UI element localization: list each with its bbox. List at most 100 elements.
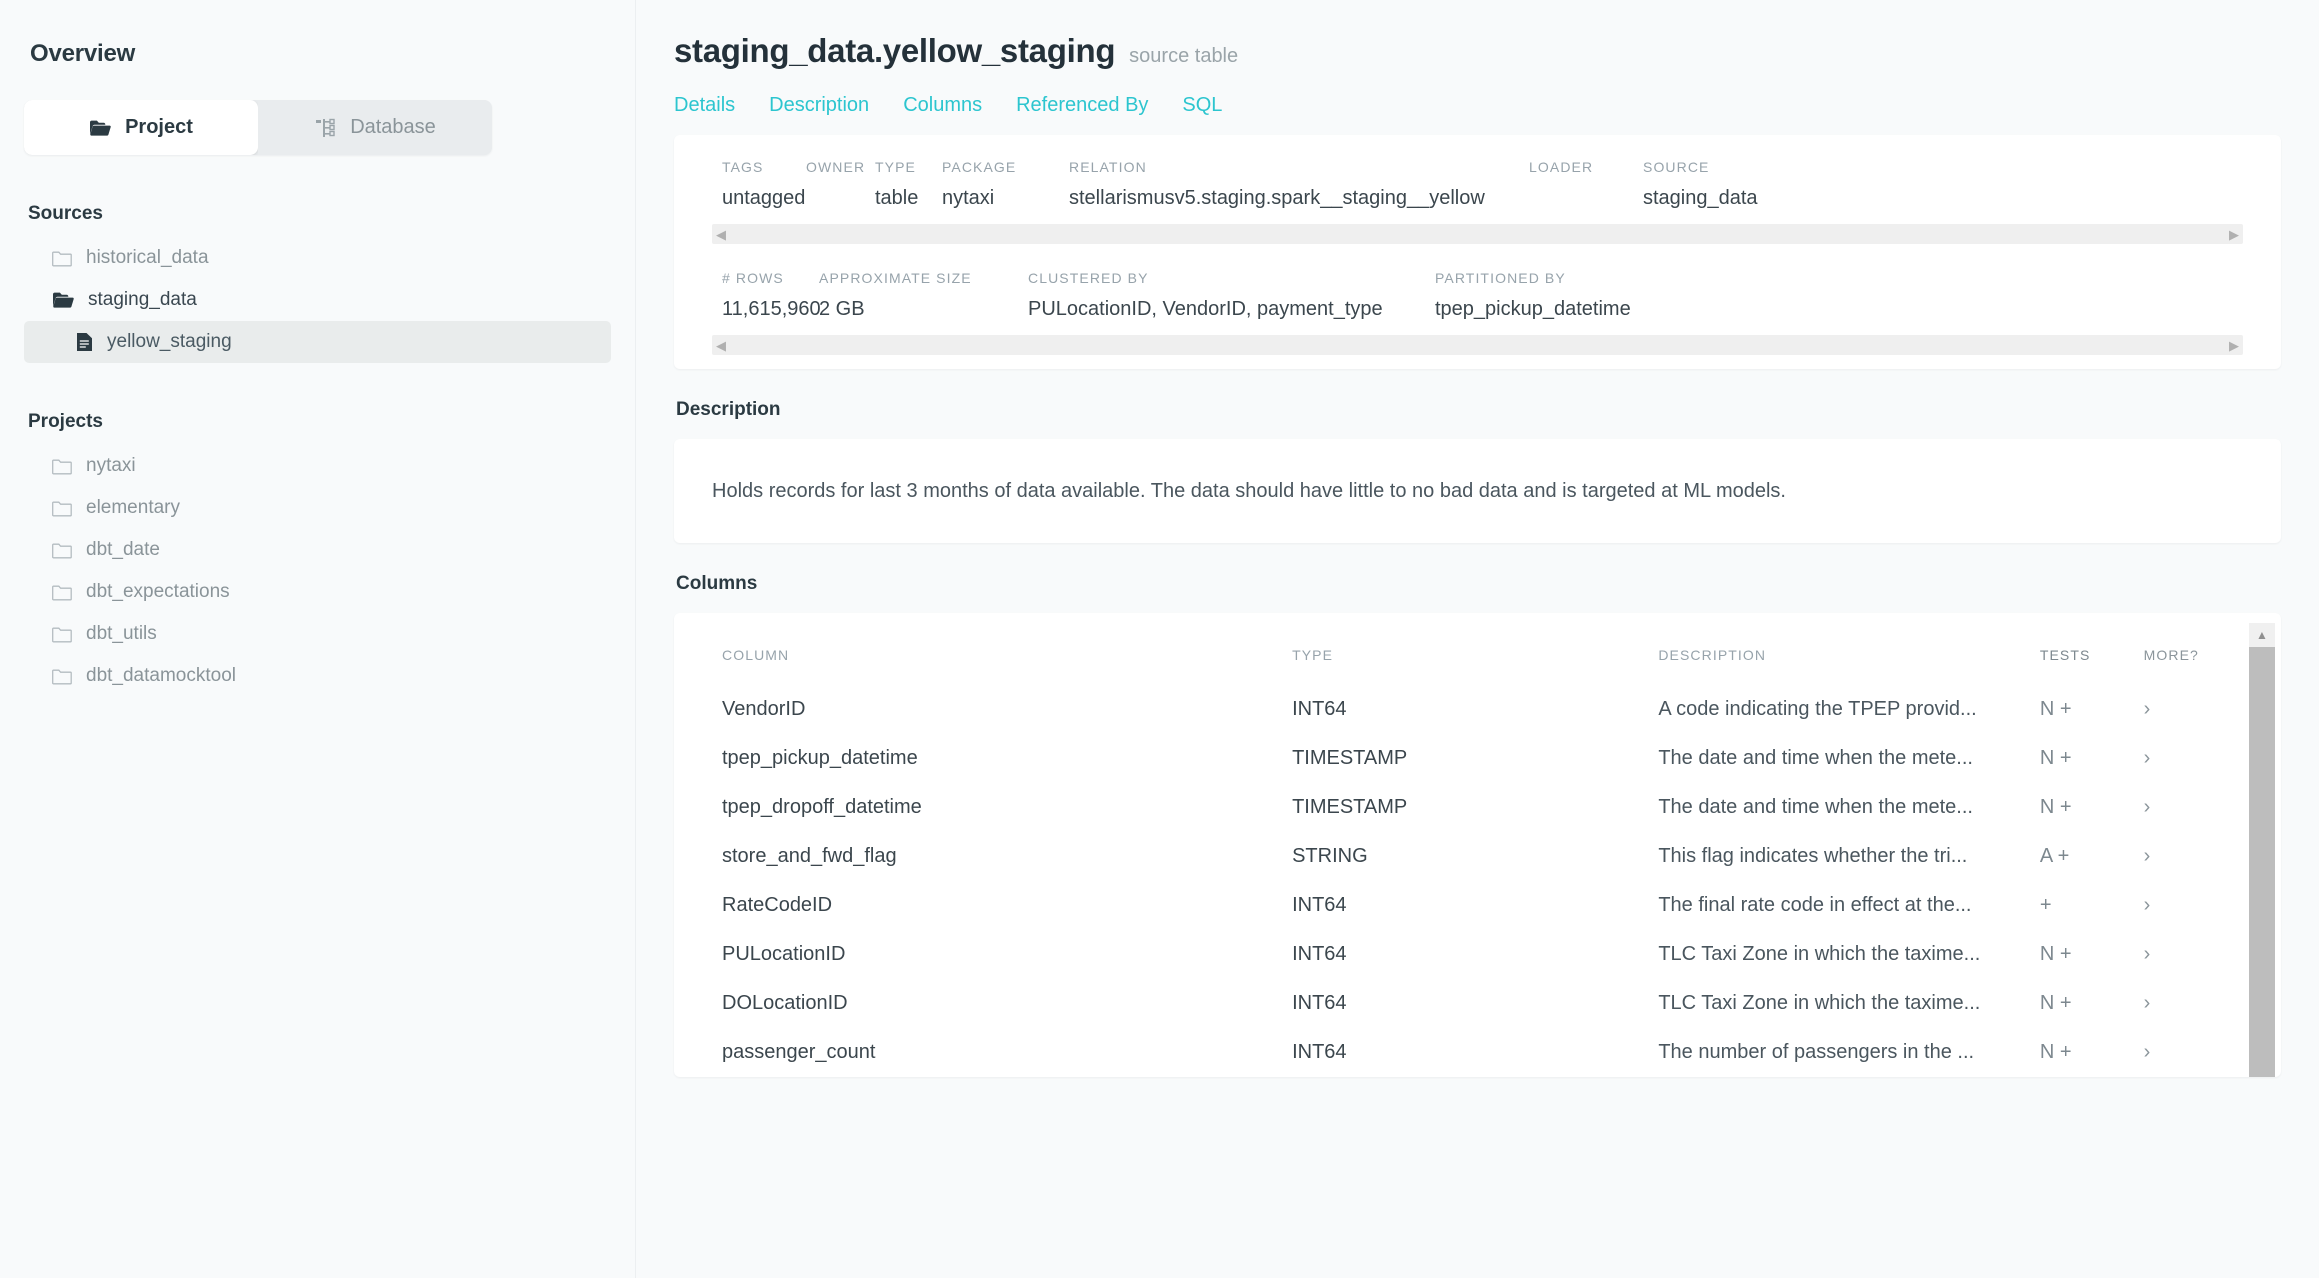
cell-column: tpep_dropoff_datetime — [722, 796, 922, 818]
sidebar-item-label: dbt_date — [86, 539, 160, 560]
table-row[interactable]: passenger_count INT64 The number of pass… — [674, 1028, 2281, 1077]
columns-card: COLUMN TYPE DESCRIPTION TESTS MORE? Vend… — [674, 613, 2281, 1077]
columns-vertical-scrollbar[interactable]: ▲ — [2249, 623, 2275, 1077]
cell-tests[interactable]: N + — [2040, 930, 2144, 979]
folder-closed-icon — [52, 626, 72, 643]
folder-closed-icon — [52, 668, 72, 685]
folder-closed-icon — [52, 250, 72, 267]
table-header-row: COLUMN TYPE DESCRIPTION TESTS MORE? — [674, 613, 2281, 685]
switch-tab-project[interactable]: Project — [24, 100, 258, 155]
cell-description: TLC Taxi Zone in which the taxime... — [1658, 943, 1981, 965]
cell-column: VendorID — [722, 698, 806, 720]
switch-tab-database-label: Database — [350, 116, 436, 138]
cell-type: INT64 — [1292, 943, 1347, 965]
tab-columns[interactable]: Columns — [903, 94, 982, 117]
cell-column: passenger_count — [722, 1041, 876, 1063]
description-heading: Description — [676, 399, 781, 420]
cell-type: INT64 — [1292, 698, 1347, 720]
sidebar-title: Overview — [30, 40, 136, 67]
meta-key: OWNER — [806, 159, 866, 175]
table-row[interactable]: PULocationID INT64 TLC Taxi Zone in whic… — [674, 930, 2281, 979]
sidebar-item-label: nytaxi — [86, 455, 136, 476]
column-header-column[interactable]: COLUMN — [674, 613, 1292, 685]
detail-tabs: Details Description Columns Referenced B… — [674, 94, 2281, 117]
meta-value: 2 GB — [819, 298, 865, 320]
caret-right-icon[interactable]: ▶ — [2229, 228, 2239, 241]
table-row[interactable]: tpep_dropoff_datetime TIMESTAMP The date… — [674, 783, 2281, 832]
tab-description[interactable]: Description — [769, 94, 869, 117]
tab-referenced-by[interactable]: Referenced By — [1016, 94, 1148, 117]
table-row[interactable]: tpep_pickup_datetime TIMESTAMP The date … — [674, 734, 2281, 783]
sidebar-item-label: historical_data — [86, 247, 209, 268]
sidebar-item-staging-data[interactable]: staging_data — [24, 279, 611, 321]
meta-clustered-by: CLUSTERED BY PULocationID, VendorID, pay… — [1028, 270, 1435, 321]
sidebar-item-elementary[interactable]: elementary — [24, 487, 611, 529]
details-horizontal-scrollbar-1[interactable]: ◀ ▶ — [712, 224, 2243, 244]
cell-tests[interactable]: N + — [2040, 1028, 2144, 1077]
description-text: Holds records for last 3 months of data … — [712, 480, 1786, 502]
meta-key: CLUSTERED BY — [1028, 270, 1149, 286]
sidebar-item-dbt-utils[interactable]: dbt_utils — [24, 613, 611, 655]
meta-value: nytaxi — [942, 187, 995, 209]
cell-type: TIMESTAMP — [1292, 747, 1408, 769]
table-row[interactable]: RateCodeID INT64 The final rate code in … — [674, 881, 2281, 930]
meta-key: TYPE — [875, 159, 916, 175]
sources-heading: Sources — [28, 203, 103, 224]
meta-key: TAGS — [722, 159, 764, 175]
cell-description: The number of passengers in the ... — [1658, 1041, 1975, 1063]
cell-tests[interactable]: N + — [2040, 979, 2144, 1028]
folder-closed-icon — [52, 458, 72, 475]
cell-type: STRING — [1292, 845, 1368, 867]
page-title: staging_data.yellow_staging — [674, 32, 1116, 69]
switch-tab-database[interactable]: Database — [258, 100, 492, 155]
column-header-type[interactable]: TYPE — [1292, 613, 1658, 685]
sidebar-item-dbt-datamocktool[interactable]: dbt_datamocktool — [24, 655, 611, 697]
details-meta-row-2: # ROWS 11,615,960 APPROXIMATE SIZE 2 GB … — [674, 254, 2281, 329]
sidebar-item-label: staging_data — [88, 289, 197, 310]
meta-tags: TAGS untagged — [722, 159, 806, 210]
main-content: staging_data.yellow_staging source table… — [636, 0, 2319, 1278]
cell-tests[interactable]: N + — [2040, 685, 2144, 734]
sidebar-item-historical-data[interactable]: historical_data — [24, 237, 611, 279]
column-header-tests[interactable]: TESTS — [2040, 613, 2144, 685]
project-database-switch[interactable]: Project Database — [24, 100, 492, 155]
sidebar-item-yellow-staging[interactable]: yellow_staging — [24, 321, 611, 363]
tab-sql[interactable]: SQL — [1182, 94, 1222, 117]
caret-left-icon[interactable]: ◀ — [716, 339, 726, 352]
cell-column: RateCodeID — [722, 894, 833, 916]
meta-value: table — [875, 187, 919, 209]
sidebar-item-dbt-expectations[interactable]: dbt_expectations — [24, 571, 611, 613]
details-horizontal-scrollbar-2[interactable]: ◀ ▶ — [712, 335, 2243, 355]
details-meta-row-1: TAGS untagged OWNER TYPE table PACKAGE n… — [674, 135, 2281, 218]
meta-rows: # ROWS 11,615,960 — [722, 270, 821, 321]
table-row[interactable]: DOLocationID INT64 TLC Taxi Zone in whic… — [674, 979, 2281, 1028]
meta-approximate-size: APPROXIMATE SIZE 2 GB — [819, 270, 1028, 321]
cell-description: A code indicating the TPEP provid... — [1658, 698, 1977, 720]
sidebar-item-label: yellow_staging — [107, 331, 232, 352]
folder-closed-icon — [52, 584, 72, 601]
folder-open-icon — [89, 119, 111, 137]
tab-details[interactable]: Details — [674, 94, 735, 117]
cell-description: The date and time when the mete... — [1658, 796, 1973, 818]
columns-table: COLUMN TYPE DESCRIPTION TESTS MORE? Vend… — [674, 613, 2281, 1077]
cell-tests[interactable]: N + — [2040, 734, 2144, 783]
cell-tests[interactable]: N + — [2040, 783, 2144, 832]
sidebar-item-nytaxi[interactable]: nytaxi — [24, 445, 611, 487]
meta-relation: RELATION stellarismusv5.staging.spark__s… — [1069, 159, 1529, 210]
meta-value: tpep_pickup_datetime — [1435, 298, 1631, 320]
cell-tests[interactable]: + — [2040, 881, 2144, 930]
scrollbar-thumb[interactable] — [2249, 647, 2275, 1077]
caret-left-icon[interactable]: ◀ — [716, 228, 726, 241]
cell-tests[interactable]: A + — [2040, 832, 2144, 881]
table-row[interactable]: VendorID INT64 A code indicating the TPE… — [674, 685, 2281, 734]
cell-description: The date and time when the mete... — [1658, 747, 1973, 769]
table-row[interactable]: store_and_fwd_flag STRING This flag indi… — [674, 832, 2281, 881]
caret-right-icon[interactable]: ▶ — [2229, 339, 2239, 352]
meta-value: 11,615,960 — [722, 298, 821, 320]
column-header-description[interactable]: DESCRIPTION — [1658, 613, 2040, 685]
folder-closed-icon — [52, 500, 72, 517]
sidebar-item-dbt-date[interactable]: dbt_date — [24, 529, 611, 571]
sidebar-item-label: dbt_datamocktool — [86, 665, 236, 686]
caret-up-icon[interactable]: ▲ — [2249, 623, 2275, 647]
cell-column: PULocationID — [722, 943, 846, 965]
